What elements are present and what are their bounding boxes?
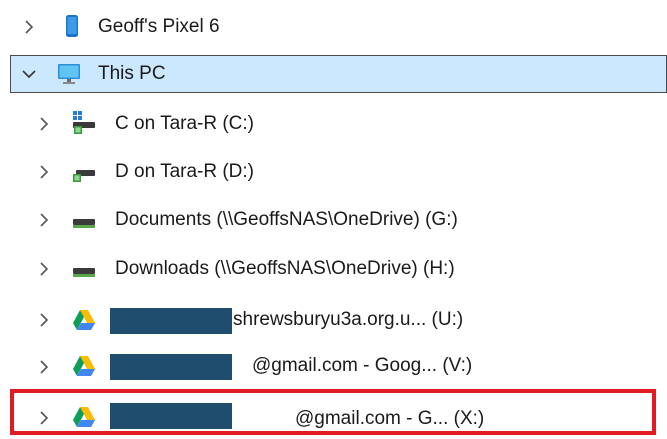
tree-item-label: D on Tara-R (D:) [115,161,255,182]
annotation-highlight-box [10,389,656,435]
redaction-block [110,354,232,380]
tree-item-label: Documents (\\GeoffsNAS\OneDrive) (G:) [115,209,458,230]
tree-item-c-on-tara-r[interactable]: C on Tara-R (C:) [0,100,667,148]
chevron-right-icon[interactable] [20,18,38,36]
google-drive-icon [72,354,96,378]
navigation-tree: Geoff's Pixel 6 This PC C on Tara-R (C:)… [0,0,667,439]
tree-item-label: Downloads (\\GeoffsNAS\OneDrive) (H:) [115,258,455,279]
tree-item-label: C on Tara-R (C:) [115,113,255,134]
drive-icon [72,208,96,232]
tree-item-label: shrewsburyu3a.org.u... (U:) [233,309,464,330]
tree-item-d-on-tara-r[interactable]: D on Tara-R (D:) [0,148,667,196]
tree-item-downloads[interactable]: Downloads (\\GeoffsNAS\OneDrive) (H:) [0,245,667,293]
network-drive-icon [72,111,96,135]
tree-item-label: @gmail.com - Goog... (V:) [252,355,473,376]
tree-item-this-pc[interactable]: This PC [10,55,667,93]
chevron-right-icon[interactable] [35,163,53,181]
tree-item-label: This PC [98,63,166,84]
google-drive-icon [72,308,96,332]
drive-icon [72,257,96,281]
monitor-icon [57,62,81,86]
tree-item-google-drive-u[interactable]: shrewsburyu3a.org.u... (U:) [0,296,667,344]
chevron-right-icon[interactable] [35,358,53,376]
tree-item-documents[interactable]: Documents (\\GeoffsNAS\OneDrive) (G:) [0,196,667,244]
tree-item-label: Geoff's Pixel 6 [98,16,220,37]
network-drive-icon [72,160,96,184]
chevron-down-icon[interactable] [20,65,38,83]
tree-item-google-drive-v[interactable]: @gmail.com - Goog... (V:) [0,343,667,391]
redaction-block [110,308,232,334]
chevron-right-icon[interactable] [35,311,53,329]
chevron-right-icon[interactable] [35,211,53,229]
phone-icon [60,14,84,38]
chevron-right-icon[interactable] [35,115,53,133]
chevron-right-icon[interactable] [35,260,53,278]
tree-item-geoffs-pixel-6[interactable]: Geoff's Pixel 6 [0,4,667,52]
